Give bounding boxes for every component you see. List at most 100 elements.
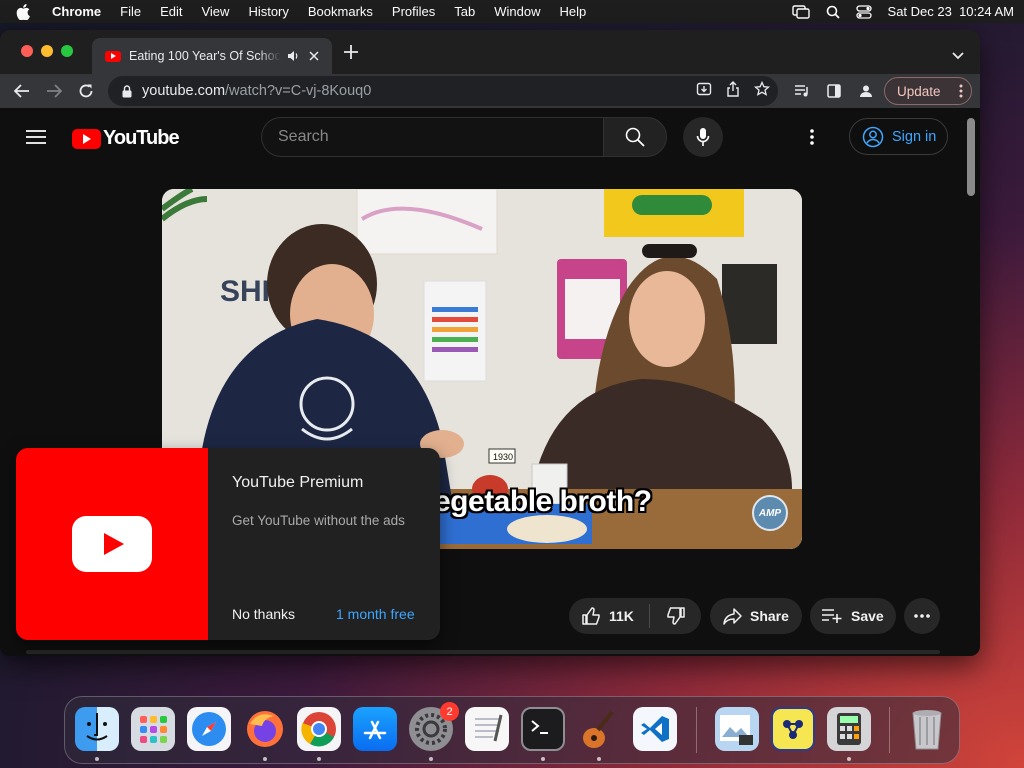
like-dislike-group: 11K bbox=[569, 598, 701, 634]
launchpad-icon[interactable] bbox=[131, 707, 175, 751]
control-center-icon[interactable] bbox=[855, 4, 872, 19]
menu-profiles[interactable]: Profiles bbox=[392, 4, 435, 19]
menubar-clock[interactable]: Sat Dec 23 10:24 AM bbox=[888, 4, 1014, 19]
url-path: /watch?v=C-vj-8Kouq0 bbox=[225, 83, 372, 99]
macos-menu-bar: Chrome File Edit View History Bookmarks … bbox=[0, 0, 1024, 23]
dock-separator bbox=[889, 707, 890, 753]
account-circle-icon bbox=[862, 126, 884, 147]
side-panel-icon[interactable] bbox=[824, 81, 844, 101]
profile-avatar-icon[interactable] bbox=[856, 81, 876, 101]
settings-running-indicator bbox=[429, 757, 433, 761]
finder-running-indicator bbox=[95, 757, 99, 761]
menu-app-chrome[interactable]: Chrome bbox=[52, 4, 101, 19]
bookmark-star-icon[interactable] bbox=[753, 80, 771, 101]
apple-logo-icon[interactable] bbox=[16, 3, 34, 20]
no-thanks-button[interactable]: No thanks bbox=[232, 606, 295, 622]
calculator-icon[interactable] bbox=[827, 707, 871, 751]
menu-tab[interactable]: Tab bbox=[454, 4, 475, 19]
tab-audio-speaker-icon[interactable] bbox=[287, 50, 300, 62]
menu-edit[interactable]: Edit bbox=[160, 4, 182, 19]
more-actions-button[interactable] bbox=[904, 598, 940, 634]
menu-help[interactable]: Help bbox=[560, 4, 587, 19]
preview-icon[interactable] bbox=[715, 707, 759, 751]
menu-history[interactable]: History bbox=[248, 4, 288, 19]
microphone-icon bbox=[696, 128, 710, 146]
channel-watermark[interactable]: AMP bbox=[752, 495, 788, 531]
media-controls-icon[interactable] bbox=[792, 81, 812, 101]
textedit-icon[interactable] bbox=[465, 707, 509, 751]
settings-kebab-icon[interactable] bbox=[810, 129, 814, 150]
garageband-running-indicator bbox=[597, 757, 601, 761]
share-arrow-icon bbox=[723, 608, 742, 625]
promo-artwork bbox=[16, 448, 208, 640]
more-horizontal-icon bbox=[914, 614, 930, 618]
menu-view[interactable]: View bbox=[201, 4, 229, 19]
search-icon bbox=[625, 127, 645, 147]
macos-dock bbox=[64, 696, 960, 764]
garageband-icon[interactable] bbox=[577, 707, 621, 751]
youtube-premium-promo: YouTube Premium Get YouTube without the … bbox=[16, 448, 440, 640]
settings-notification-badge: 2 bbox=[440, 702, 459, 721]
reload-icon[interactable] bbox=[76, 81, 96, 101]
one-month-free-button[interactable]: 1 month free bbox=[336, 606, 415, 622]
youtube-wordmark: YouTube bbox=[103, 127, 180, 149]
menu-bookmarks[interactable]: Bookmarks bbox=[308, 4, 373, 19]
firefox-icon[interactable] bbox=[243, 707, 287, 751]
chrome-update-button[interactable]: Update bbox=[884, 77, 972, 105]
close-window-button[interactable] bbox=[21, 45, 33, 57]
fullscreen-window-button[interactable] bbox=[61, 45, 73, 57]
screen-mirroring-icon[interactable] bbox=[791, 4, 810, 19]
like-count: 11K bbox=[609, 608, 634, 624]
menu-file[interactable]: File bbox=[120, 4, 141, 19]
dislike-button[interactable] bbox=[650, 598, 701, 634]
promo-title: YouTube Premium bbox=[232, 474, 364, 491]
page-scrollbar[interactable] bbox=[967, 118, 975, 196]
browser-toolbar: youtube.com/watch?v=C-vj-8Kouq0 Update bbox=[0, 74, 980, 108]
visual-studio-code-icon[interactable] bbox=[633, 707, 677, 751]
menu-window[interactable]: Window bbox=[494, 4, 540, 19]
like-button[interactable]: 11K bbox=[569, 598, 649, 634]
search-button[interactable] bbox=[603, 117, 667, 157]
svg-text:1930: 1930 bbox=[493, 452, 513, 462]
calculator-running-indicator bbox=[847, 757, 851, 761]
guide-menu-icon[interactable] bbox=[26, 129, 46, 150]
youtube-logo[interactable]: YouTube bbox=[72, 127, 180, 150]
save-label: Save bbox=[851, 608, 884, 624]
browser-tab-active[interactable]: Eating 100 Year's Of School Lunch bbox=[92, 38, 332, 74]
minimize-window-button[interactable] bbox=[41, 45, 53, 57]
tab-search-chevron-icon[interactable] bbox=[952, 47, 964, 65]
description-box-edge bbox=[26, 650, 940, 654]
chrome-running-indicator bbox=[317, 757, 321, 761]
yarn-app-icon[interactable] bbox=[771, 707, 815, 751]
tab-strip: Eating 100 Year's Of School Lunch bbox=[0, 30, 980, 74]
save-to-playlist-button[interactable]: Save bbox=[810, 598, 896, 634]
close-tab-icon[interactable] bbox=[306, 48, 322, 64]
spotlight-search-icon[interactable] bbox=[826, 5, 840, 19]
sign-in-label: Sign in bbox=[892, 128, 937, 145]
firefox-running-indicator bbox=[263, 757, 267, 761]
share-page-icon[interactable] bbox=[726, 81, 740, 101]
dock-separator bbox=[696, 707, 697, 753]
youtube-favicon-icon bbox=[105, 50, 121, 62]
back-arrow-icon[interactable] bbox=[12, 81, 32, 101]
app-store-icon[interactable] bbox=[353, 707, 397, 751]
forward-arrow-icon[interactable] bbox=[44, 81, 64, 101]
url-host: youtube.com bbox=[142, 83, 226, 99]
thumbs-down-icon bbox=[666, 607, 685, 625]
search-input[interactable]: Search bbox=[261, 117, 603, 157]
chrome-menu-kebab-icon[interactable] bbox=[959, 84, 963, 98]
share-button[interactable]: Share bbox=[710, 598, 802, 634]
terminal-icon[interactable] bbox=[521, 707, 565, 751]
address-bar[interactable]: youtube.com/watch?v=C-vj-8Kouq0 bbox=[108, 76, 778, 106]
safari-icon[interactable] bbox=[187, 707, 231, 751]
video-subtitle-caption: egetable broth? bbox=[434, 485, 652, 518]
chrome-icon[interactable] bbox=[297, 707, 341, 751]
trash-icon[interactable] bbox=[905, 707, 949, 751]
thumbs-up-icon bbox=[582, 607, 600, 625]
voice-search-button[interactable] bbox=[683, 117, 723, 157]
finder-icon[interactable] bbox=[75, 707, 119, 751]
lock-icon[interactable] bbox=[122, 84, 132, 98]
sign-in-button[interactable]: Sign in bbox=[849, 118, 948, 155]
install-app-icon[interactable] bbox=[696, 81, 712, 101]
new-tab-plus-icon[interactable] bbox=[344, 45, 358, 64]
